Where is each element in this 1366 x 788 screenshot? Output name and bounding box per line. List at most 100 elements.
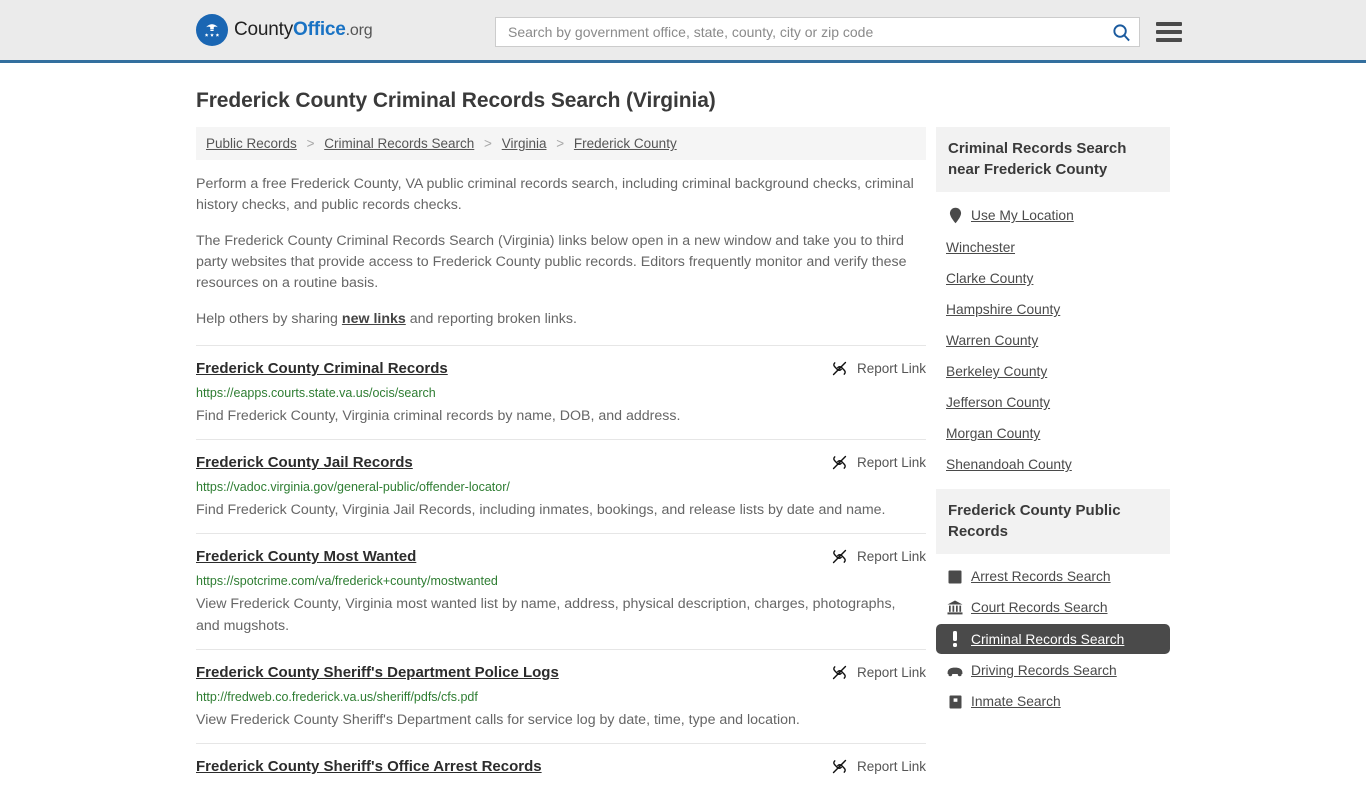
listing-row: Frederick County Sheriff's Department Po… [196,649,926,743]
listing-description: View Frederick County, Virginia most wan… [196,596,896,634]
sidebar-item-use-my-location[interactable]: Use My Location [936,200,1170,231]
breadcrumb-separator: > [556,136,565,151]
sidebar-item-criminal-records-search[interactable]: Criminal Records Search [936,624,1170,654]
listing-title-link[interactable]: Frederick County Sheriff's Office Arrest… [196,757,542,776]
sidebar-item-label: Jefferson County [946,395,1051,410]
sidebar-item-winchester[interactable]: Winchester [936,233,1170,262]
listing-url: https://spotcrime.com/va/frederick+count… [196,574,498,588]
broken-link-icon [831,548,848,565]
report-link-button[interactable]: Report Link [831,757,926,775]
broken-link-icon [831,664,848,681]
logo-text-org: .org [345,22,373,39]
report-link-label: Report Link [856,759,926,774]
search-icon[interactable] [1112,23,1131,42]
exclamation-icon [946,631,964,647]
car-icon [946,665,964,677]
sidebar-item-label: Criminal Records Search [971,631,1125,647]
sidebar-item-label: Hampshire County [946,302,1061,317]
intro-p3-after: and reporting broken links. [405,311,577,327]
sidebar-item-label: Clarke County [946,271,1034,286]
public-records-card: Frederick County Public Records Arrest R… [936,489,1170,716]
listing-url: https://eapps.courts.state.va.us/ocis/se… [196,386,436,400]
sidebar-item-label: Winchester [946,240,1016,255]
listing-row: Frederick County Most Wanted Report Link h… [196,533,926,649]
listing-url: https://vadoc.virginia.gov/general-publi… [196,480,510,494]
sidebar-item-court-records-search[interactable]: Court Records Search [936,593,1170,622]
report-link-label: Report Link [856,455,926,470]
search-box[interactable] [495,17,1140,47]
listing-url: http://fredweb.co.frederick.va.us/sherif… [196,690,478,704]
breadcrumb-separator: > [306,136,315,151]
nearby-searches-card: Criminal Records Search near Frederick C… [936,127,1170,479]
listing-description: Find Frederick County, Virginia Jail Rec… [196,502,886,518]
breadcrumb-item-2[interactable]: Virginia [502,136,547,151]
broken-link-icon [831,758,848,775]
nearby-searches-list: Use My Location Winchester Clarke County Ha… [936,192,1170,479]
breadcrumb-separator: > [484,136,492,151]
content-columns: Public Records > Criminal Records Search… [196,127,1170,788]
broken-link-icon [831,360,848,377]
listing-header: Frederick County Jail Records Report Link [196,453,926,472]
site-logo[interactable]: CountyOffice.org [196,14,373,46]
logo-text-county: County [234,19,294,40]
search-input[interactable] [506,23,1112,41]
logo-text-office: Office [293,19,346,40]
sidebar-item-driving-records-search[interactable]: Driving Records Search [936,656,1170,685]
intro-paragraph-1: Perform a free Frederick County, VA publ… [196,176,914,213]
inmate-icon [946,695,964,709]
hamburger-menu-icon[interactable] [1156,22,1182,42]
sidebar-item-label: Berkeley County [946,364,1048,379]
public-records-list: Arrest Records Search Court Records Searc… [936,554,1170,716]
sidebar-item-label: Shenandoah County [946,457,1072,472]
sidebar-item-label: Driving Records Search [971,663,1117,678]
listing-header: Frederick County Most Wanted Report Link [196,547,926,566]
nearby-searches-heading: Criminal Records Search near Frederick C… [936,127,1170,192]
listing-row: Frederick County Criminal Records Report … [196,345,926,439]
sidebar-item-arrest-records-search[interactable]: Arrest Records Search [936,562,1170,591]
main-column: Public Records > Criminal Records Search… [196,127,926,788]
report-link-label: Report Link [856,361,926,376]
report-link-button[interactable]: Report Link [831,453,926,471]
listing-title-link[interactable]: Frederick County Jail Records [196,453,413,472]
sidebar-item-label: Court Records Search [971,600,1108,615]
public-records-heading: Frederick County Public Records [936,489,1170,554]
sidebar-item-shenandoah-county[interactable]: Shenandoah County [936,450,1170,479]
listing-title-link[interactable]: Frederick County Criminal Records [196,359,448,378]
listing-title-link[interactable]: Frederick County Sheriff's Department Po… [196,663,559,682]
breadcrumb-item-3[interactable]: Frederick County [574,136,677,151]
sidebar-item-berkeley-county[interactable]: Berkeley County [936,357,1170,386]
hamburger-bar [1156,22,1182,26]
sidebar-item-inmate-search[interactable]: Inmate Search [936,687,1170,716]
listing-header: Frederick County Sheriff's Office Arrest… [196,757,926,776]
sidebar-item-label: Morgan County [946,426,1041,441]
report-link-button[interactable]: Report Link [831,663,926,681]
sidebar-item-warren-county[interactable]: Warren County [936,326,1170,355]
listing-row: Frederick County Jail Records Report Link… [196,439,926,533]
breadcrumb-item-0[interactable]: Public Records [206,136,297,151]
listing-header: Frederick County Criminal Records Report … [196,359,926,378]
sidebar-item-hampshire-county[interactable]: Hampshire County [936,295,1170,324]
sidebar-item-clarke-county[interactable]: Clarke County [936,264,1170,293]
eagle-seal-icon [196,14,228,46]
intro-p3-before: Help others by sharing [196,311,342,327]
report-link-button[interactable]: Report Link [831,359,926,377]
sidebar-item-label: Use My Location [971,208,1074,223]
hamburger-bar [1156,38,1182,42]
sidebar-item-label: Warren County [946,333,1039,348]
report-link-button[interactable]: Report Link [831,547,926,565]
logo-wordmark: CountyOffice.org [234,19,373,41]
page-title: Frederick County Criminal Records Search… [196,89,716,112]
listing-title-link[interactable]: Frederick County Most Wanted [196,547,416,566]
broken-link-icon [831,454,848,471]
intro-text: Perform a free Frederick County, VA publ… [196,174,926,330]
courthouse-icon [946,600,964,615]
listing-header: Frederick County Sheriff's Department Po… [196,663,926,682]
sidebar-item-morgan-county[interactable]: Morgan County [936,419,1170,448]
breadcrumb-item-1[interactable]: Criminal Records Search [324,136,474,151]
site-header: CountyOffice.org [0,0,1366,63]
hamburger-bar [1156,30,1182,34]
new-links-link[interactable]: new links [342,311,406,327]
breadcrumb: Public Records > Criminal Records Search… [196,127,926,160]
map-pin-icon [946,207,964,224]
sidebar-item-jefferson-county[interactable]: Jefferson County [936,388,1170,417]
